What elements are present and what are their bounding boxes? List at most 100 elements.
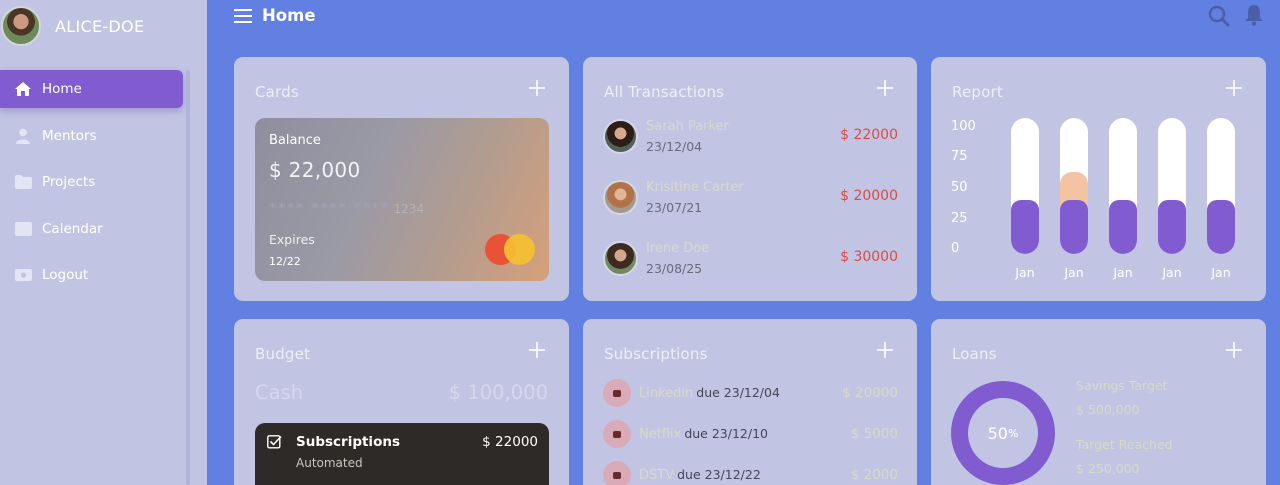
transaction-amount: $ 20000 (840, 188, 898, 204)
transaction-amount: $ 22000 (840, 127, 898, 143)
expires-value: 12/22 (269, 255, 301, 268)
sidebar-scrollbar[interactable] (186, 70, 190, 485)
card-number: **** **** **** 1234 (269, 199, 425, 217)
sidebar-item-calendar[interactable]: Calendar (0, 210, 183, 248)
subscription-icon (603, 379, 631, 407)
expires-label: Expires (269, 232, 315, 247)
home-icon (14, 80, 32, 98)
sidebar-item-projects[interactable]: Projects (0, 163, 183, 201)
x-tick-label: Jan (1113, 265, 1133, 280)
transaction-amount: $ 30000 (840, 249, 898, 265)
profile[interactable]: ALICE-DOE (0, 4, 144, 48)
add-subscription-button[interactable] (877, 342, 893, 358)
report-bar-fill (1207, 200, 1235, 254)
add-loan-button[interactable] (1226, 342, 1242, 358)
report-bar[interactable] (1011, 118, 1039, 254)
search-icon[interactable] (1208, 5, 1230, 27)
calendar-icon (14, 220, 32, 238)
target-reached-value: $ 250,000 (1076, 461, 1140, 476)
transaction-name: Irene Doe (646, 241, 710, 256)
report-bar[interactable] (1207, 118, 1235, 254)
panel-title: Report (952, 83, 1003, 101)
sidebar-item-label: Projects (42, 174, 96, 190)
transaction-name: Sarah Parker (646, 119, 729, 134)
sidebar-item-label: Logout (42, 267, 89, 283)
cash-label: Cash (255, 381, 304, 404)
transaction-name: Krisitine Carter (646, 180, 744, 195)
report-bar-fill (1158, 200, 1186, 254)
panel-title: Budget (255, 345, 311, 363)
target-reached-label: Target Reached (1076, 437, 1173, 452)
avatar (603, 180, 638, 215)
report-bar-fill (1011, 200, 1039, 254)
mastercard-logo-icon (485, 234, 537, 266)
sidebar-item-logout[interactable]: Logout (0, 256, 183, 294)
report-bar-fill (1060, 200, 1088, 254)
transaction-date: 23/08/25 (646, 261, 703, 276)
sidebar-item-mentors[interactable]: Mentors (0, 117, 183, 155)
checkbox-icon[interactable] (267, 435, 282, 450)
report-bar[interactable] (1060, 118, 1088, 254)
cards-panel: Cards Balance $ 22,000 **** **** **** 123… (234, 57, 569, 301)
panel-title: Cards (255, 83, 299, 101)
sidebar-item-home[interactable]: Home (0, 70, 183, 108)
subscription-name: Linkedin (639, 386, 694, 401)
transaction-row[interactable]: Krisitine Carter 23/07/21 $ 20000 (603, 178, 898, 218)
subscriptions-panel: Subscriptions Linkedin due 23/12/04 $ 200… (583, 319, 917, 485)
add-card-button[interactable] (529, 80, 545, 96)
x-tick-label: Jan (1015, 265, 1035, 280)
user-icon (14, 127, 32, 145)
subscription-row[interactable]: DSTV due 23/12/22 $ 2000 (603, 461, 898, 485)
sidebar-nav: Home Mentors Projects Calendar Logout (0, 70, 183, 303)
subscription-due: due 23/12/10 (684, 426, 768, 441)
panel-title: Subscriptions (604, 345, 708, 363)
topbar: Home (207, 0, 1280, 34)
report-bar-fill (1109, 200, 1137, 254)
transaction-row[interactable]: Sarah Parker 23/12/04 $ 22000 (603, 117, 898, 157)
y-tick-label: 50 (951, 180, 968, 195)
panel-title: All Transactions (604, 83, 725, 101)
avatar[interactable] (1, 6, 41, 46)
report-panel: Report 100 75 50 25 0 Jan Jan Jan Jan Jan (931, 57, 1266, 301)
loans-percent-sign: % (1007, 426, 1019, 440)
subscription-name: DSTV (639, 468, 675, 483)
transaction-date: 23/07/21 (646, 200, 703, 215)
x-tick-label: Jan (1064, 265, 1084, 280)
budget-panel: Budget Cash $ 100,000 Subscriptions $ 22… (234, 319, 569, 485)
y-tick-label: 25 (951, 211, 968, 226)
report-bar[interactable] (1158, 118, 1186, 254)
subscriptions-budget-card[interactable]: Subscriptions $ 22000 Automated (255, 423, 549, 485)
subscription-row[interactable]: Linkedin due 23/12/04 $ 20000 (603, 379, 898, 409)
subscription-row[interactable]: Netflix due 23/12/10 $ 5000 (603, 420, 898, 450)
budget-sub-amount: $ 22000 (482, 434, 538, 450)
savings-target-label: Savings Target (1076, 378, 1168, 393)
x-tick-label: Jan (1211, 265, 1231, 280)
credit-card[interactable]: Balance $ 22,000 **** **** **** 1234 Expi… (255, 118, 549, 281)
loans-panel: Loans 50% Savings Target $ 500,000 Targe… (931, 319, 1266, 485)
transaction-row[interactable]: Irene Doe 23/08/25 $ 30000 (603, 239, 898, 279)
budget-sub-title: Subscriptions (296, 434, 400, 450)
add-report-button[interactable] (1226, 80, 1242, 96)
x-tick-label: Jan (1162, 265, 1182, 280)
budget-sub-status: Automated (296, 456, 363, 470)
sidebar-item-label: Mentors (42, 127, 97, 144)
subscription-name: Netflix (639, 427, 682, 442)
menu-icon[interactable] (234, 8, 252, 24)
y-tick-label: 0 (951, 241, 960, 256)
bell-icon[interactable] (1244, 4, 1266, 26)
report-bar[interactable] (1109, 118, 1137, 254)
avatar (603, 241, 638, 276)
subscription-icon (603, 461, 631, 485)
sidebar-item-label: Home (42, 81, 82, 97)
y-tick-label: 100 (951, 119, 976, 134)
subscription-due: due 23/12/04 (696, 385, 780, 400)
folder-icon (14, 173, 32, 191)
add-budget-button[interactable] (529, 342, 545, 358)
savings-target-value: $ 500,000 (1076, 402, 1140, 417)
loans-percent: 50 (987, 423, 1008, 443)
add-transaction-button[interactable] (877, 80, 893, 96)
cash-value: $ 100,000 (448, 381, 548, 404)
sidebar-item-label: Calendar (42, 220, 103, 237)
logout-icon (14, 266, 32, 284)
subscription-amount: $ 20000 (842, 385, 898, 401)
